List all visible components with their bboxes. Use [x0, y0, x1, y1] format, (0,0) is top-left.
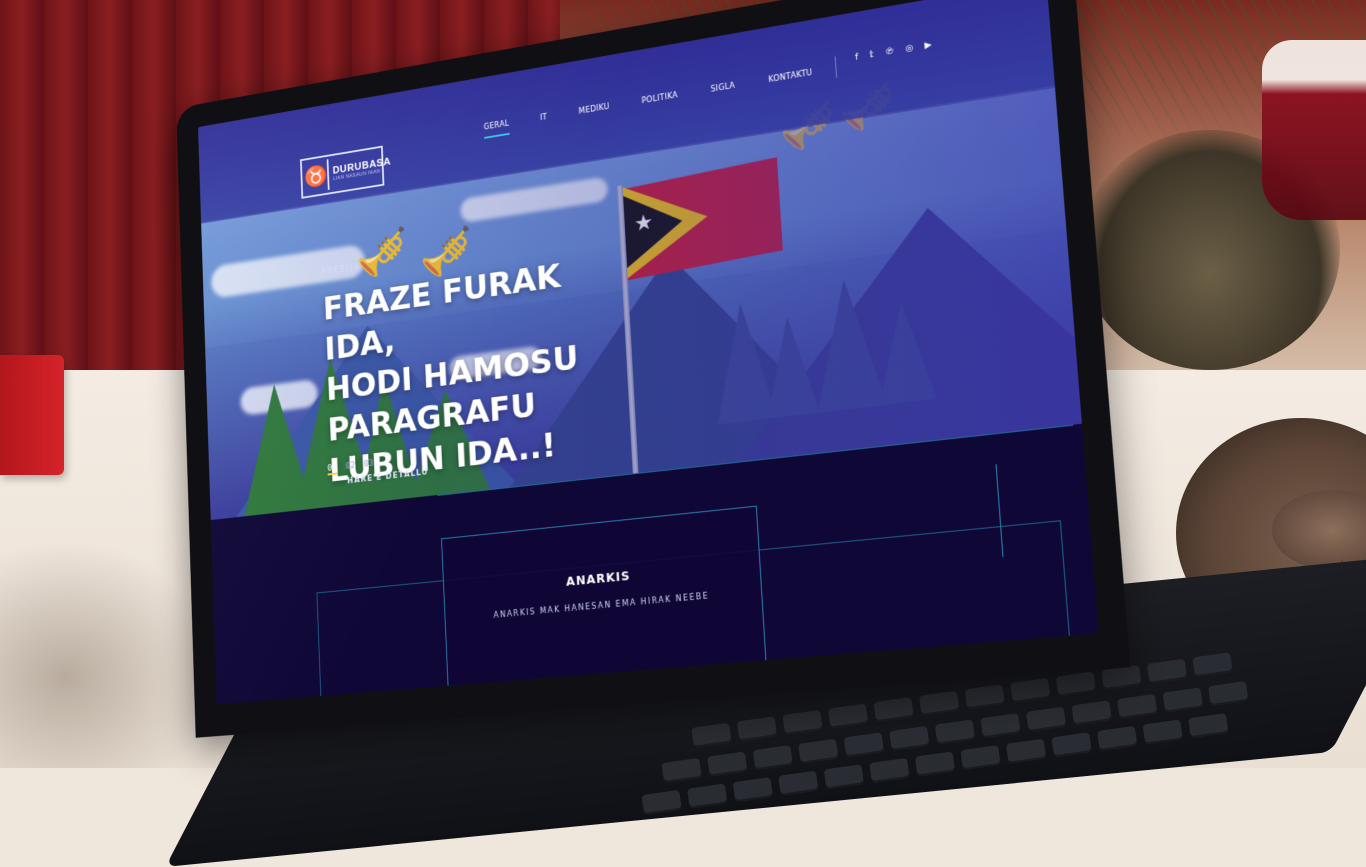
facebook-icon[interactable]: f — [855, 53, 859, 63]
social-links: f 𝕥 ℗ ◎ ▶ — [855, 40, 932, 63]
article-card[interactable]: ANARKIS ANARKIS MAK HANESAN EMA HIRAK NE… — [441, 505, 768, 704]
laptop-screen: ★ 🎺 🎺 🎺 🎺 ♉ DURUBASA LIAN NASAUN NIAN GE… — [198, 0, 1099, 705]
youtube-icon[interactable]: ▶ — [924, 40, 932, 51]
laptop-lid: ★ 🎺 🎺 🎺 🎺 ♉ DURUBASA LIAN NASAUN NIAN GE… — [176, 0, 1131, 738]
slide-dot[interactable]: 03 — [364, 459, 374, 471]
twitter-icon[interactable]: 𝕥 — [869, 50, 874, 60]
nav-item-geral[interactable]: GERAL — [484, 119, 510, 131]
table-shadow — [0, 540, 220, 768]
instagram-icon[interactable]: ◎ — [905, 43, 914, 54]
site-logo[interactable]: ♉ DURUBASA LIAN NASAUN NIAN — [300, 145, 391, 199]
nav-divider — [834, 56, 838, 78]
slide-dot[interactable]: 01 — [327, 463, 338, 476]
nav-item-mediku[interactable]: MEDIKU — [578, 102, 609, 116]
red-gift-box — [0, 355, 64, 475]
nav-item-kontaktu[interactable]: KONTAKTU — [768, 68, 813, 84]
hero-title: FRAZE FURAK IDA, HODI HAMOSU PARAGRAFU L… — [322, 248, 622, 492]
nav-item-sigla[interactable]: SIGLA — [710, 81, 735, 94]
slide-dot[interactable]: 02 — [345, 461, 355, 473]
drink-glass — [1262, 40, 1366, 220]
pinterest-icon[interactable]: ℗ — [884, 47, 894, 58]
nav-item-politika[interactable]: POLITIKA — [641, 91, 678, 106]
main-nav: GERAL IT MEDIKU POLITIKA SIGLA KONTAKTU — [484, 68, 813, 131]
nav-item-it[interactable]: IT — [540, 113, 548, 123]
logo-bull-icon: ♉ — [303, 159, 330, 194]
